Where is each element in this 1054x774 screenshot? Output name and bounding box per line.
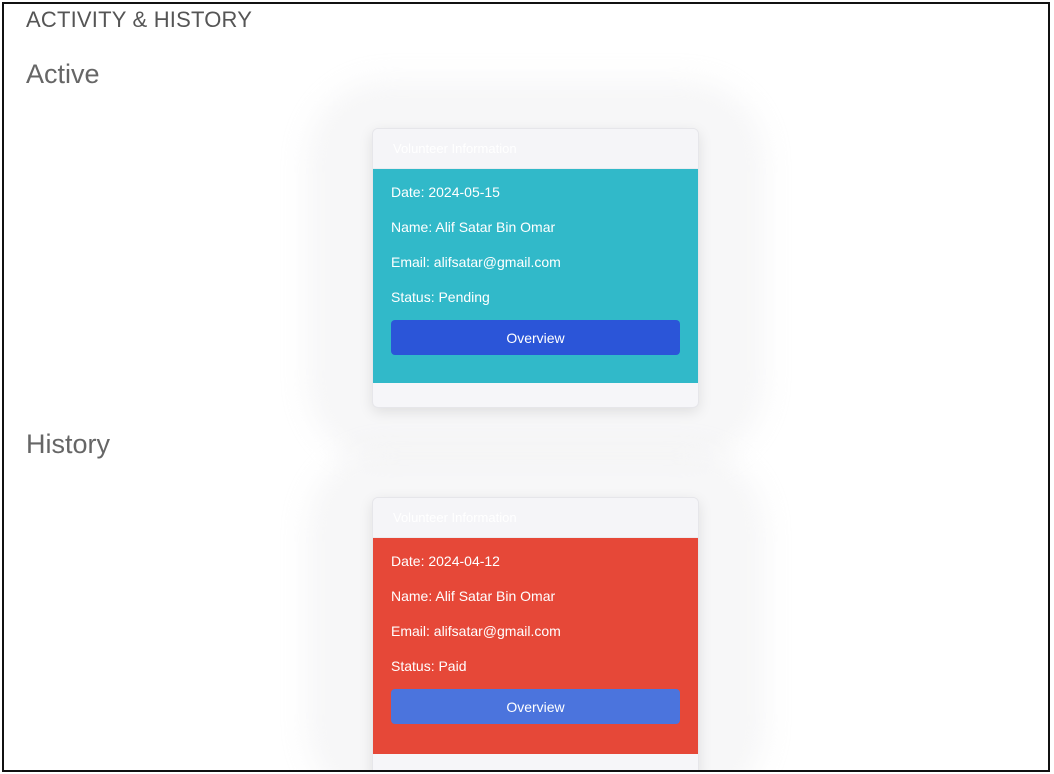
volunteer-card-history: Volunteer Information Date: 2024-04-12 N…	[372, 497, 699, 770]
page-title: ACTIVITY & HISTORY	[26, 7, 253, 32]
date-field: Date: 2024-05-15	[391, 184, 500, 200]
status-field: Status: Pending	[391, 289, 490, 305]
name-field: Name: Alif Satar Bin Omar	[391, 219, 556, 235]
section-heading-active: Active	[26, 59, 100, 89]
overview-button[interactable]: Overview	[391, 320, 680, 355]
overview-button[interactable]: Overview	[391, 689, 680, 724]
section-heading-history: History	[26, 429, 111, 459]
email-field: Email: alifsatar@gmail.com	[391, 623, 561, 639]
volunteer-card-active: Volunteer Information Date: 2024-05-15 N…	[372, 128, 699, 408]
status-field: Status: Paid	[391, 658, 467, 674]
card-body: Date: 2024-04-12 Name: Alif Satar Bin Om…	[373, 538, 698, 754]
date-field: Date: 2024-04-12	[391, 553, 500, 569]
card-header: Volunteer Information	[373, 129, 698, 169]
name-field: Name: Alif Satar Bin Omar	[391, 588, 556, 604]
card-body: Date: 2024-05-15 Name: Alif Satar Bin Om…	[373, 169, 698, 383]
email-field: Email: alifsatar@gmail.com	[391, 254, 561, 270]
page-frame: ACTIVITY & HISTORY Active Volunteer Info…	[2, 2, 1050, 772]
card-header: Volunteer Information	[373, 498, 698, 538]
